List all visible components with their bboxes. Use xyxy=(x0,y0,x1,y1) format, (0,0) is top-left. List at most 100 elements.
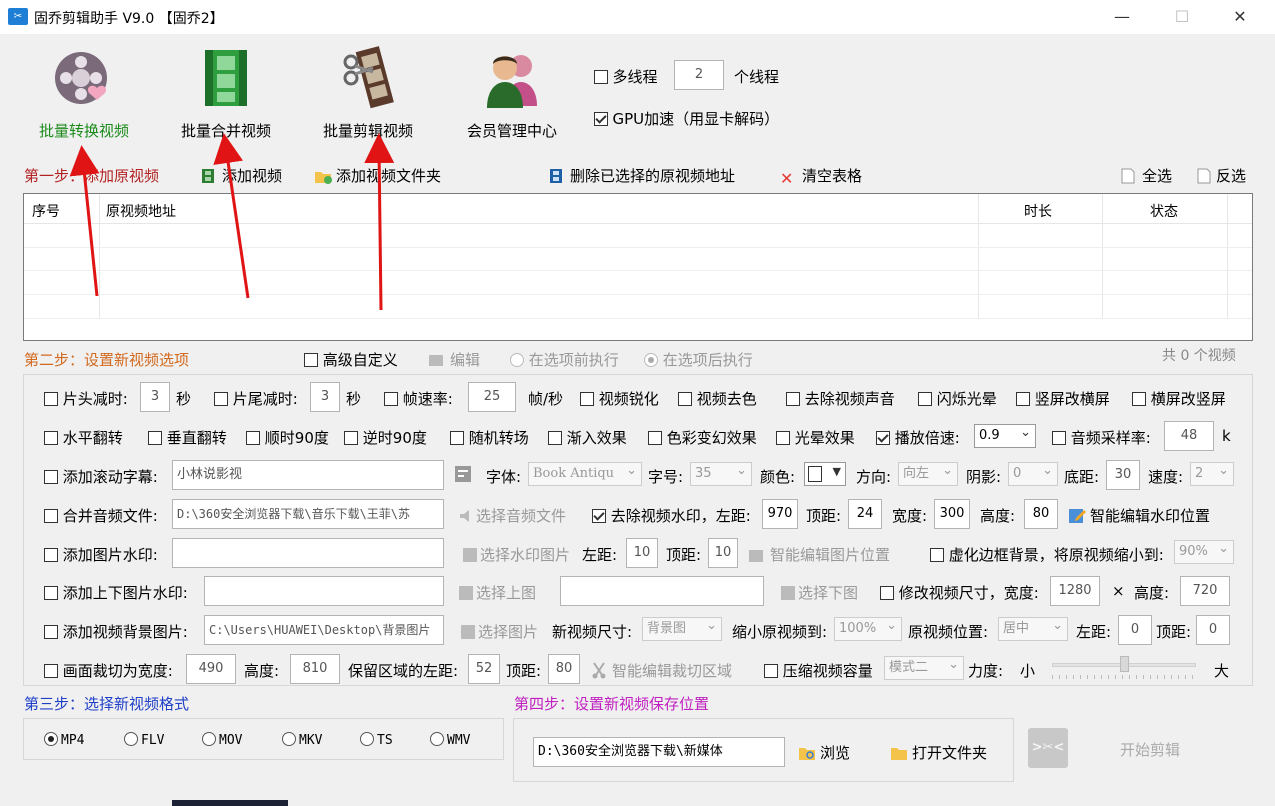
fps-checkbox[interactable]: 帧速率: xyxy=(384,388,453,409)
wm-top-input[interactable]: 24 xyxy=(848,499,882,529)
wm-height-input[interactable]: 80 xyxy=(1024,499,1058,529)
resize-width-input[interactable]: 1280 xyxy=(1050,576,1100,606)
blur-border-checkbox[interactable]: 虚化边框背景，将原视频缩小到: xyxy=(930,544,1164,565)
new-size-select[interactable]: 背景图 xyxy=(642,617,722,641)
img-left-input[interactable]: 10 xyxy=(626,538,658,568)
crop-width-input[interactable]: 490 xyxy=(186,654,236,684)
sharpen-checkbox[interactable]: 视频锐化 xyxy=(580,388,659,409)
remove-watermark-check[interactable] xyxy=(592,509,606,523)
bg-image-checkbox[interactable]: 添加视频背景图片: xyxy=(44,621,188,642)
batch-merge-tool[interactable]: 批量合并视频 xyxy=(166,44,286,141)
format-radio-wmv[interactable]: WMV xyxy=(430,732,470,748)
thread-count-input[interactable]: 2 xyxy=(674,60,724,90)
mute-checkbox[interactable]: 去除视频声音 xyxy=(786,388,895,409)
keep-left-input[interactable]: 52 xyxy=(468,654,500,684)
resize-checkbox[interactable]: 修改视频尺寸，宽度: xyxy=(880,582,1039,603)
cw90-check[interactable] xyxy=(246,431,260,445)
speed-check[interactable] xyxy=(876,431,890,445)
format-radio-dot[interactable] xyxy=(44,732,58,746)
blur-border-check[interactable] xyxy=(930,548,944,562)
batch-edit-tool[interactable]: 批量剪辑视频 xyxy=(308,44,428,141)
head-cut-input[interactable]: 3 xyxy=(140,382,170,412)
shrink-select[interactable]: 100% xyxy=(834,617,902,641)
decolor-check[interactable] xyxy=(678,392,692,406)
choose-bg-button[interactable]: 选择图片 xyxy=(460,621,538,642)
fadein-checkbox[interactable]: 渐入效果 xyxy=(548,427,627,448)
blur-scale-select[interactable]: 90% xyxy=(1174,540,1234,564)
format-radio-mkv[interactable]: MKV xyxy=(282,732,322,748)
compress-check[interactable] xyxy=(764,664,778,678)
multithread-checkbox[interactable]: 多线程 xyxy=(594,66,657,87)
colorshift-checkbox[interactable]: 色彩变幻效果 xyxy=(648,427,757,448)
bg-image-input[interactable]: C:\Users\HUAWEI\Desktop\背景图片 xyxy=(204,615,444,645)
v2h-checkbox[interactable]: 竖屏改横屏 xyxy=(1016,388,1110,409)
run-after-radio[interactable]: 在选项后执行 xyxy=(644,349,753,370)
maximize-button[interactable]: ☐ xyxy=(1170,6,1194,28)
flash-check[interactable] xyxy=(918,392,932,406)
subtitle-input[interactable]: 小林说影视 xyxy=(172,460,444,490)
subtitle-check[interactable] xyxy=(44,470,58,484)
wm-width-input[interactable]: 300 xyxy=(934,499,970,529)
choose-wm-image-button[interactable]: 选择水印图片 xyxy=(462,544,570,565)
format-radio-dot[interactable] xyxy=(430,732,444,746)
halo-checkbox[interactable]: 光晕效果 xyxy=(776,427,855,448)
hflip-check[interactable] xyxy=(44,431,58,445)
merge-audio-input[interactable]: D:\360安全浏览器下载\音乐下载\王菲\苏 xyxy=(172,499,444,529)
start-edit-button[interactable]: 开始剪辑 xyxy=(1120,739,1180,760)
bg-left-input[interactable]: 0 xyxy=(1118,615,1152,645)
samplerate-check[interactable] xyxy=(1052,431,1066,445)
format-radio-mov[interactable]: MOV xyxy=(202,732,242,748)
video-table[interactable]: 序号 原视频地址 时长 状态 xyxy=(23,193,1253,341)
gpu-check-box[interactable] xyxy=(594,112,608,126)
size-select[interactable]: 35 xyxy=(690,462,752,486)
format-radio-dot[interactable] xyxy=(282,732,296,746)
image-watermark-check[interactable] xyxy=(44,548,58,562)
remove-watermark-checkbox[interactable]: 去除视频水印，左距: xyxy=(592,505,751,526)
minimize-button[interactable]: — xyxy=(1110,6,1134,28)
v2h-check[interactable] xyxy=(1016,392,1030,406)
add-folder-button[interactable]: 添加视频文件夹 xyxy=(314,165,441,186)
tail-cut-check[interactable] xyxy=(214,392,228,406)
select-all-button[interactable]: 全选 xyxy=(1120,165,1172,186)
fps-input[interactable]: 25 xyxy=(468,382,516,412)
up-image-input[interactable] xyxy=(204,576,444,606)
cw90-checkbox[interactable]: 顺时90度 xyxy=(246,427,329,448)
add-video-button[interactable]: 添加视频 xyxy=(200,165,282,186)
clear-table-button[interactable]: ✕ 清空表格 xyxy=(780,165,862,187)
wm-left-input[interactable]: 970 xyxy=(762,499,798,529)
multithread-check-box[interactable] xyxy=(594,70,608,84)
open-folder-button[interactable]: 打开文件夹 xyxy=(890,742,987,763)
vflip-checkbox[interactable]: 垂直翻转 xyxy=(148,427,227,448)
column-path[interactable]: 原视频地址 xyxy=(106,201,176,221)
h2v-check[interactable] xyxy=(1132,392,1146,406)
shadow-select[interactable]: 0 xyxy=(1008,462,1058,486)
save-path-input[interactable]: D:\360安全浏览器下载\新媒体 xyxy=(533,737,785,767)
crop-height-input[interactable]: 810 xyxy=(290,654,340,684)
compress-checkbox[interactable]: 压缩视频容量 xyxy=(764,660,873,681)
h2v-checkbox[interactable]: 横屏改竖屏 xyxy=(1132,388,1226,409)
tail-cut-checkbox[interactable]: 片尾减时: xyxy=(214,388,298,409)
subtitle-settings-icon[interactable] xyxy=(454,465,472,487)
keep-top-input[interactable]: 80 xyxy=(548,654,580,684)
run-before-radio[interactable]: 在选项前执行 xyxy=(510,349,619,370)
sharpen-check[interactable] xyxy=(580,392,594,406)
ccw90-check[interactable] xyxy=(344,431,358,445)
position-select[interactable]: 居中 xyxy=(998,617,1068,641)
color-picker[interactable]: ▼ xyxy=(804,462,846,486)
down-image-input[interactable] xyxy=(560,576,764,606)
close-button[interactable]: ✕ xyxy=(1228,6,1252,28)
vflip-check[interactable] xyxy=(148,431,162,445)
smart-image-button[interactable]: 智能编辑图片位置 xyxy=(748,544,890,565)
flash-checkbox[interactable]: 闪烁光晕 xyxy=(918,388,997,409)
compress-mode-select[interactable]: 模式二 xyxy=(884,656,964,680)
column-duration[interactable]: 时长 xyxy=(1024,201,1052,221)
samplerate-checkbox[interactable]: 音频采样率: xyxy=(1052,427,1151,448)
image-watermark-input[interactable] xyxy=(172,538,444,568)
invert-select-button[interactable]: 反选 xyxy=(1196,165,1246,186)
format-radio-dot[interactable] xyxy=(202,732,216,746)
random-transition-check[interactable] xyxy=(450,431,464,445)
head-cut-check[interactable] xyxy=(44,392,58,406)
resize-height-input[interactable]: 720 xyxy=(1180,576,1230,606)
format-radio-mp4[interactable]: MP4 xyxy=(44,732,84,748)
bg-top-input[interactable]: 0 xyxy=(1196,615,1230,645)
